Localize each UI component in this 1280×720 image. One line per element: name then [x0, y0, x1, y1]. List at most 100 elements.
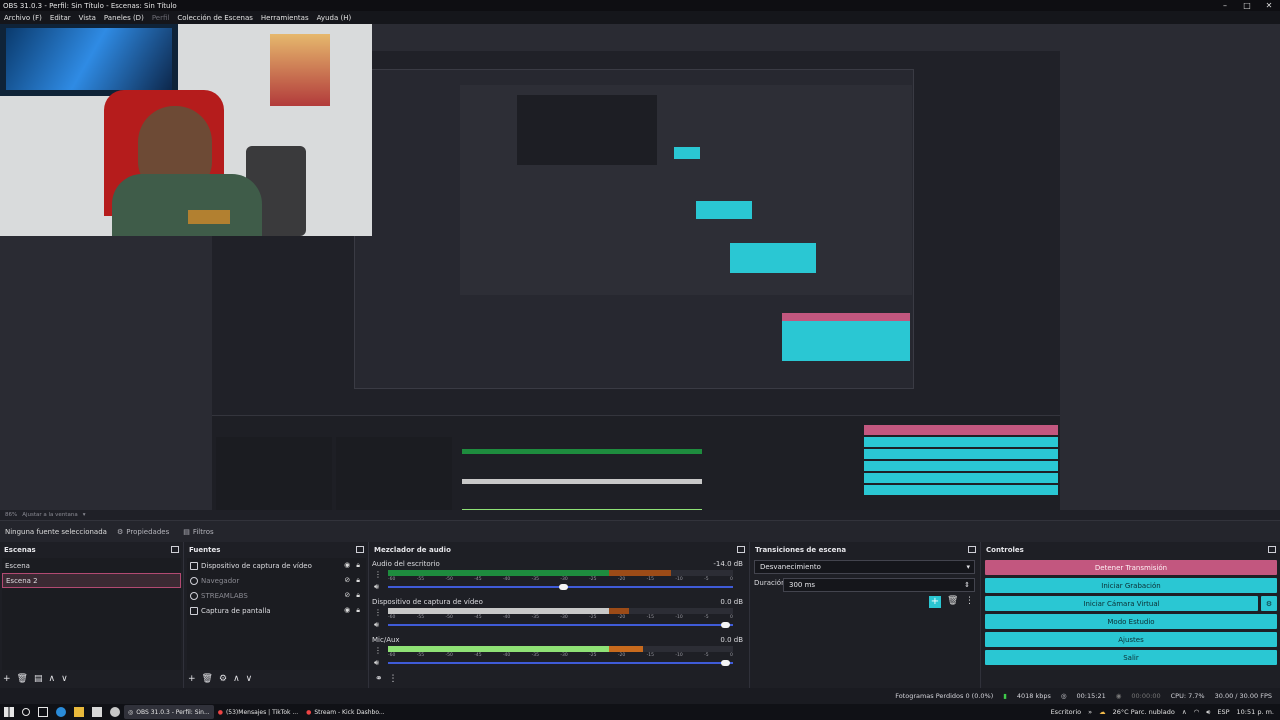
menu-editar[interactable]: Editar: [46, 14, 75, 22]
lock-icon[interactable]: 🔒︎: [356, 591, 360, 600]
exit-button[interactable]: Salir: [985, 650, 1277, 665]
volume-icon[interactable]: 🔊︎: [1206, 708, 1210, 717]
sources-title: Fuentes: [189, 545, 221, 554]
lock-icon[interactable]: 🔒︎: [356, 576, 360, 585]
browser-icon: ●: [306, 708, 312, 716]
channel-menu-icon[interactable]: ⋮: [374, 570, 382, 579]
desktop-label[interactable]: Escritorio: [1051, 708, 1082, 716]
gear-icon[interactable]: ⚙: [219, 674, 227, 684]
preview-area[interactable]: [0, 24, 1280, 531]
task-obs[interactable]: ◎ OBS 31.0.3 - Perfil: Sin...: [124, 705, 214, 719]
volume-slider[interactable]: [388, 660, 733, 666]
eye-icon[interactable]: ◉: [344, 606, 350, 615]
add-transition-button[interactable]: +: [929, 596, 941, 608]
start-recording-button[interactable]: Iniciar Grabación: [985, 578, 1277, 593]
channel-menu-icon[interactable]: ⋮: [374, 608, 382, 617]
menu-ayuda[interactable]: Ayuda (H): [313, 14, 356, 22]
trash-icon[interactable]: 🗑: [947, 596, 958, 606]
filter-icon[interactable]: ▤: [34, 674, 43, 684]
volume-knob[interactable]: [558, 584, 568, 590]
weather[interactable]: 26°C Parc. nublado: [1113, 708, 1175, 716]
menu-perfil[interactable]: Perfil: [148, 14, 174, 22]
transition-select[interactable]: Desvanecimiento ▾: [754, 560, 975, 574]
add-icon[interactable]: +: [3, 674, 11, 684]
duration-input[interactable]: 300 ms ⇕: [783, 578, 975, 592]
clock[interactable]: 10:51 p. m.: [1237, 708, 1274, 716]
scene-item-selected[interactable]: Escena 2: [2, 573, 181, 588]
duration-value: 300 ms: [789, 581, 816, 589]
volume-slider[interactable]: [388, 622, 733, 628]
undock-icon[interactable]: [171, 546, 179, 553]
channel-db: 0.0 dB: [720, 598, 743, 606]
speaker-icon[interactable]: 🔊︎: [374, 582, 379, 592]
move-down-icon[interactable]: ∨: [246, 674, 253, 684]
menu-herramientas[interactable]: Herramientas: [257, 14, 313, 22]
chevron-down-icon[interactable]: ▾: [78, 512, 86, 518]
studio-mode-button[interactable]: Modo Estudio: [985, 614, 1277, 629]
move-down-icon[interactable]: ∨: [61, 674, 68, 684]
task-tiktok[interactable]: ● (53)Mensajes | TikTok ...: [214, 705, 302, 719]
task-kick[interactable]: ● Stream - Kick Dashbo...: [302, 705, 389, 719]
search-icon[interactable]: [22, 708, 30, 716]
volume-slider[interactable]: [388, 584, 733, 590]
duration-label: Duración: [754, 579, 786, 587]
lock-icon[interactable]: 🔒︎: [356, 561, 360, 570]
source-item[interactable]: Dispositivo de captura de vídeo ◉ 🔒︎: [187, 558, 366, 573]
menu-paneles[interactable]: Paneles (D): [100, 14, 148, 22]
edge-icon[interactable]: [56, 707, 66, 717]
settings-button[interactable]: Ajustes: [985, 632, 1277, 647]
scale-mode-select[interactable]: Ajustar a la ventana: [17, 512, 77, 518]
stop-stream-button[interactable]: Detener Transmisión: [985, 560, 1277, 575]
channel-menu-icon[interactable]: ⋮: [374, 646, 382, 655]
trash-icon[interactable]: 🗑: [17, 674, 28, 684]
speaker-icon[interactable]: 🔊︎: [374, 620, 379, 630]
app-icon[interactable]: [110, 707, 120, 717]
undock-icon[interactable]: [968, 546, 976, 553]
menu-dots-icon[interactable]: ⋮: [965, 596, 974, 606]
move-up-icon[interactable]: ∧: [49, 674, 56, 684]
close-button[interactable]: ✕: [1258, 0, 1280, 11]
language[interactable]: ESP: [1217, 708, 1229, 716]
meter-tick: -55: [416, 653, 425, 658]
link-icon[interactable]: ⚭: [375, 674, 383, 684]
virtual-camera-settings-button[interactable]: ⚙: [1261, 596, 1277, 611]
context-bar: Ninguna fuente seleccionada ⚙ Propiedade…: [0, 520, 1280, 542]
task-view-icon[interactable]: [38, 707, 48, 717]
source-item[interactable]: STREAMLABS ⊘ 🔒︎: [187, 588, 366, 603]
menu-archivo[interactable]: Archivo (F): [0, 14, 46, 22]
scenes-title: Escenas: [4, 545, 36, 554]
trash-icon[interactable]: 🗑: [202, 674, 213, 684]
filters-button[interactable]: ▤ Filtros: [178, 526, 218, 538]
chevron-right-icon[interactable]: »: [1088, 708, 1092, 716]
folder-icon[interactable]: [74, 707, 84, 717]
volume-knob[interactable]: [721, 660, 731, 666]
wifi-icon[interactable]: ◠: [1194, 708, 1200, 716]
eye-hidden-icon[interactable]: ⊘: [344, 576, 350, 585]
undock-icon[interactable]: [356, 546, 364, 553]
source-item[interactable]: Captura de pantalla ◉ 🔒︎: [187, 603, 366, 618]
scene-item[interactable]: Escena: [2, 558, 181, 573]
chevron-up-icon[interactable]: ∧: [1182, 708, 1187, 716]
menu-vista[interactable]: Vista: [75, 14, 100, 22]
title-bar: OBS 31.0.3 - Perfil: Sin Título - Escena…: [0, 0, 1280, 11]
minimize-button[interactable]: –: [1214, 0, 1236, 11]
no-source-label: Ninguna fuente seleccionada: [5, 527, 107, 536]
store-icon[interactable]: [92, 707, 102, 717]
speaker-icon[interactable]: 🔊︎: [374, 658, 379, 668]
eye-icon[interactable]: ◉: [344, 561, 350, 570]
meter-tick: -40: [502, 577, 511, 582]
properties-button[interactable]: ⚙ Propiedades: [112, 526, 174, 538]
menu-dots-icon[interactable]: ⋮: [389, 674, 398, 684]
add-icon[interactable]: +: [188, 674, 196, 684]
eye-hidden-icon[interactable]: ⊘: [344, 591, 350, 600]
source-item[interactable]: Navegador ⊘ 🔒︎: [187, 573, 366, 588]
volume-knob[interactable]: [721, 622, 731, 628]
lock-icon[interactable]: 🔒︎: [356, 606, 360, 615]
undock-icon[interactable]: [737, 546, 745, 553]
move-up-icon[interactable]: ∧: [233, 674, 240, 684]
menu-coleccion-escenas[interactable]: Colección de Escenas: [173, 14, 257, 22]
start-virtual-camera-button[interactable]: Iniciar Cámara Virtual: [985, 596, 1258, 611]
undock-icon[interactable]: [1268, 546, 1276, 553]
windows-start-icon[interactable]: [4, 707, 14, 717]
maximize-button[interactable]: □: [1236, 0, 1258, 11]
